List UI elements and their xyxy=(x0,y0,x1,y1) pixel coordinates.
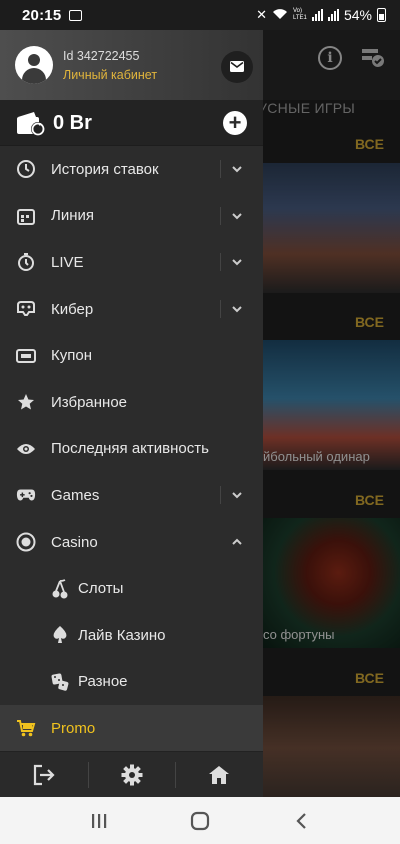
personal-cabinet-link[interactable]: Личный кабинет xyxy=(63,68,157,82)
logout-icon xyxy=(33,764,55,785)
avatar[interactable] xyxy=(15,46,53,84)
status-bar: 20:15 ✕ Vo) LTE1 54% xyxy=(0,0,400,30)
menu-item-label: Избранное xyxy=(51,393,128,411)
star-icon xyxy=(16,392,36,412)
menu-item-recent-activity[interactable]: Последняя активность xyxy=(0,426,263,473)
home-circle-icon xyxy=(190,811,210,830)
image-notification-icon xyxy=(69,9,83,21)
battery-percent: 54% xyxy=(343,7,372,23)
dice-icon xyxy=(50,672,70,692)
menu-item-label: Кибер xyxy=(51,300,94,318)
profile-header[interactable]: Id 342722455 Личный кабинет xyxy=(0,30,263,100)
cyber-gamepad-icon xyxy=(16,299,36,319)
menu-item-line[interactable]: Линия xyxy=(0,193,263,240)
drawer-scrim[interactable] xyxy=(263,30,400,797)
chevron-down-icon[interactable] xyxy=(230,488,244,502)
cherry-icon xyxy=(50,578,70,599)
home-icon xyxy=(209,765,230,784)
menu-item-bet-history[interactable]: История ставок xyxy=(0,146,263,193)
cart-icon xyxy=(16,718,36,738)
submenu-item-label: Разное xyxy=(78,673,128,691)
menu-item-label: История ставок xyxy=(51,160,159,178)
submenu-item-label: Лайв Казино xyxy=(78,626,166,644)
logout-button[interactable] xyxy=(0,752,88,797)
mute-icon: ✕ xyxy=(256,7,267,22)
add-funds-button[interactable]: + xyxy=(223,111,247,135)
chevron-up-icon[interactable] xyxy=(230,535,244,549)
drawer-menu: История ставок Линия LIVE Кибер Купон Из… xyxy=(0,146,263,752)
submenu-item-live-casino[interactable]: Лайв Казино xyxy=(0,612,263,659)
balance-bar: 0 Br + xyxy=(0,100,263,146)
submenu-item-label: Слоты xyxy=(78,580,124,598)
history-icon xyxy=(16,159,36,179)
recents-button[interactable] xyxy=(84,806,114,836)
wallet-refresh-icon[interactable] xyxy=(16,111,46,142)
chevron-down-icon[interactable] xyxy=(230,302,244,316)
menu-item-label: Casino xyxy=(51,533,98,551)
chevron-down-icon[interactable] xyxy=(230,162,244,176)
eye-icon xyxy=(16,439,36,459)
menu-item-label: Линия xyxy=(51,207,95,225)
wifi-icon xyxy=(272,7,288,23)
settings-icon xyxy=(121,764,142,785)
recents-icon xyxy=(91,813,106,828)
spade-icon xyxy=(50,625,70,645)
stopwatch-icon xyxy=(16,252,36,272)
network-label: Vo) LTE1 xyxy=(292,8,307,21)
status-right: ✕ Vo) LTE1 54% xyxy=(256,7,386,23)
menu-item-cyber[interactable]: Кибер xyxy=(0,286,263,333)
back-button[interactable] xyxy=(286,806,316,836)
menu-item-games[interactable]: Games xyxy=(0,472,263,519)
system-navigation-bar xyxy=(0,797,400,844)
drawer-bottom-actions xyxy=(0,751,263,797)
menu-item-live[interactable]: LIVE xyxy=(0,239,263,286)
menu-item-favorites[interactable]: Избранное xyxy=(0,379,263,426)
messages-button[interactable] xyxy=(221,51,253,83)
app-root: 20:15 ✕ Vo) LTE1 54% i УСНЫЕ ИГРЫ ВСЕ ВС… xyxy=(0,0,400,844)
chevron-down-icon[interactable] xyxy=(230,209,244,223)
status-time: 20:15 xyxy=(22,6,62,24)
mail-icon xyxy=(230,61,244,72)
user-id: Id 342722455 xyxy=(63,49,140,63)
home-nav-button[interactable] xyxy=(185,806,215,836)
calendar-icon xyxy=(16,206,36,226)
menu-item-casino[interactable]: Casino xyxy=(0,519,263,566)
menu-item-label: Games xyxy=(51,486,100,504)
settings-button[interactable] xyxy=(87,752,176,797)
back-icon xyxy=(296,812,307,829)
gamepad-icon xyxy=(16,485,36,505)
submenu-item-misc[interactable]: Разное xyxy=(0,659,263,706)
chevron-down-icon[interactable] xyxy=(230,255,244,269)
submenu-item-slots[interactable]: Слоты xyxy=(0,565,263,612)
menu-item-promo[interactable]: Promo xyxy=(0,705,263,752)
signal-2-icon xyxy=(327,9,339,21)
signal-icon xyxy=(311,9,323,21)
menu-item-coupon[interactable]: Купон xyxy=(0,332,263,379)
menu-item-label: LIVE xyxy=(51,253,84,271)
menu-item-label: Последняя активность xyxy=(51,440,209,458)
balance-amount: 0 Br xyxy=(53,112,92,134)
battery-icon xyxy=(377,8,386,22)
menu-item-label: Promo xyxy=(51,719,96,737)
casino-chip-icon xyxy=(16,532,36,552)
ticket-icon xyxy=(16,346,36,366)
navigation-drawer: Id 342722455 Личный кабинет 0 Br + Истор… xyxy=(0,30,263,797)
menu-item-label: Купон xyxy=(51,347,92,365)
home-button[interactable] xyxy=(175,752,263,797)
